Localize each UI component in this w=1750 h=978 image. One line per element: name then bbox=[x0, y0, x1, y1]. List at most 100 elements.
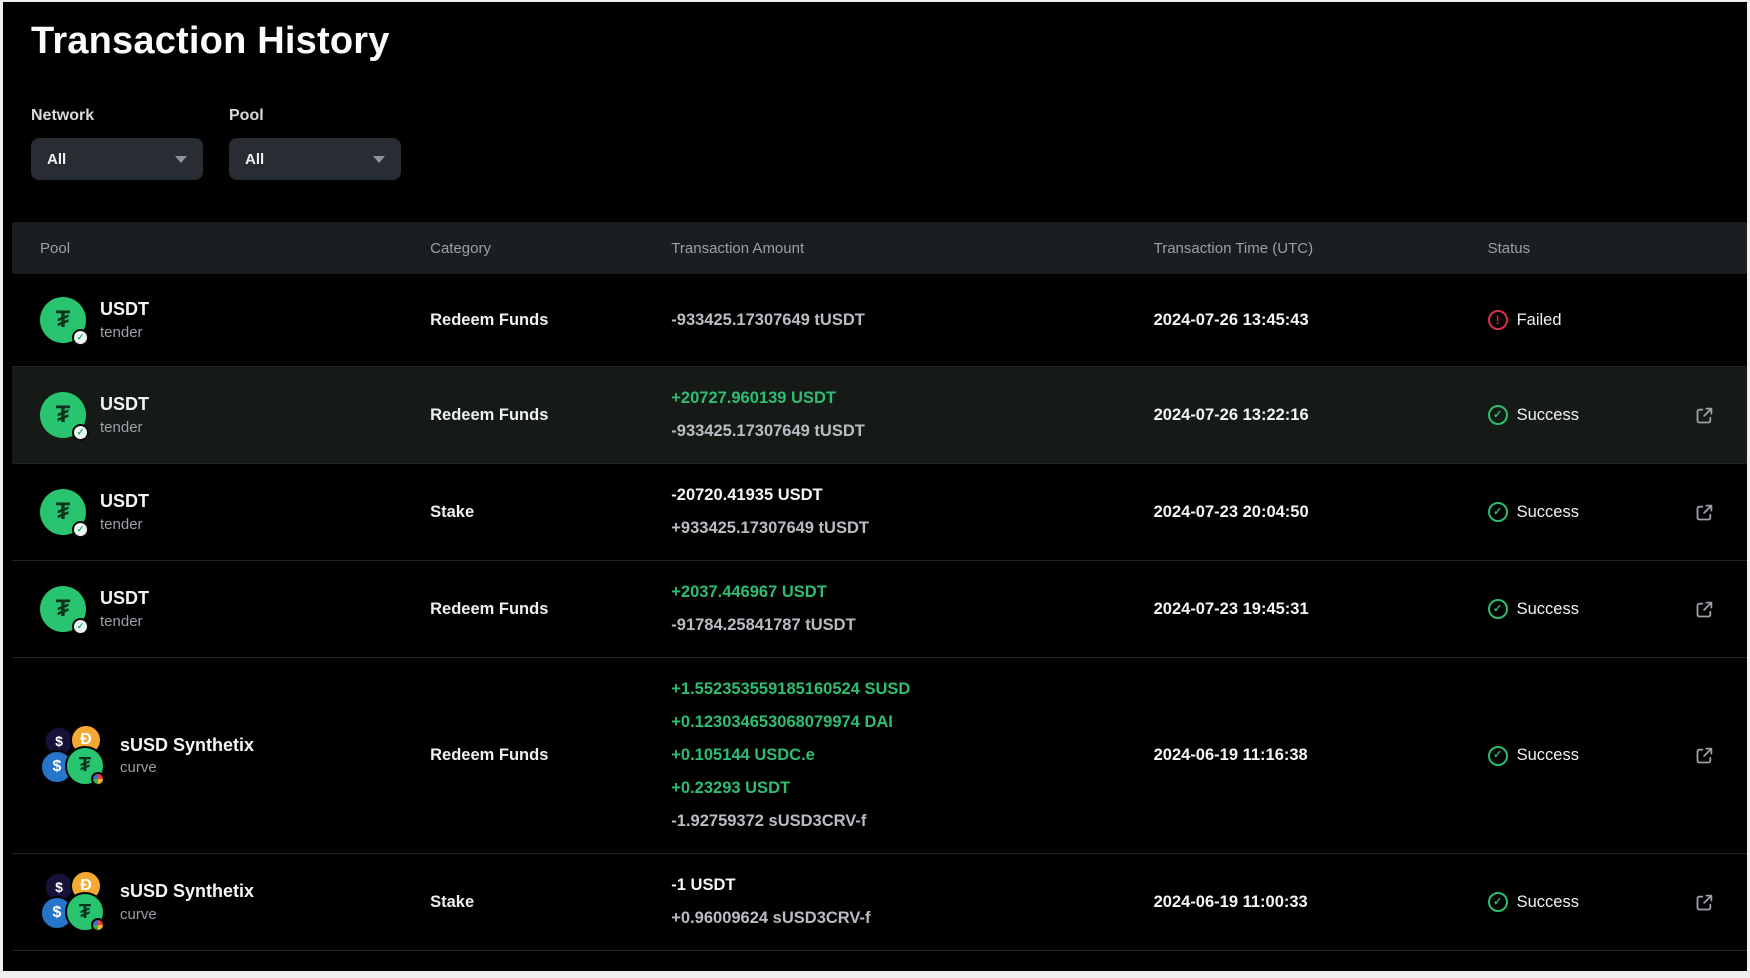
time-cell: 2024-06-19 11:16:38 bbox=[1154, 746, 1488, 765]
external-link-button[interactable] bbox=[1689, 497, 1720, 528]
amount-cell: +1.552353559185160524 SUSD +0.1230346530… bbox=[671, 658, 1153, 853]
column-header-time: Transaction Time (UTC) bbox=[1154, 240, 1488, 257]
time-cell: 2024-07-26 13:22:16 bbox=[1154, 406, 1488, 425]
transaction-row[interactable]: ₮ ✓ USDT tender Redeem Funds -933425.173… bbox=[12, 274, 1747, 367]
status-badge: ! Failed bbox=[1488, 310, 1662, 330]
susd-pool-cluster-icon: $ Ð $ ₮ bbox=[40, 870, 106, 934]
chevron-down-icon bbox=[175, 156, 187, 163]
status-label: Success bbox=[1517, 893, 1579, 912]
network-badge-icon: ✓ bbox=[72, 618, 89, 635]
pool-cell: ₮ ✓ USDT tender bbox=[12, 392, 430, 438]
link-cell bbox=[1661, 594, 1747, 625]
network-select[interactable]: All bbox=[31, 138, 203, 180]
external-link-button[interactable] bbox=[1689, 740, 1720, 771]
network-badge-icon: ✓ bbox=[72, 329, 89, 346]
column-header-category: Category bbox=[430, 240, 671, 257]
pool-name: USDT bbox=[100, 588, 149, 610]
pool-protocol: tender bbox=[100, 516, 149, 533]
pool-cell: ₮ ✓ USDT tender bbox=[12, 489, 430, 535]
external-link-icon bbox=[1695, 406, 1714, 425]
transaction-row[interactable]: ₮ ✓ USDT tender Stake -20720.41935 USDT … bbox=[12, 464, 1747, 561]
amount-line: +0.23293 USDT bbox=[671, 772, 1153, 805]
external-link-icon bbox=[1695, 503, 1714, 522]
pool-protocol: curve bbox=[120, 759, 254, 776]
amount-line: +0.123034653068079974 DAI bbox=[671, 706, 1153, 739]
status-badge: ✓ Success bbox=[1488, 405, 1662, 425]
pool-protocol: tender bbox=[100, 613, 149, 630]
link-cell bbox=[1661, 887, 1747, 918]
pool-filter: Pool All bbox=[229, 107, 401, 180]
amount-line: -91784.25841787 tUSDT bbox=[671, 609, 1153, 642]
pool-cell: ₮ ✓ USDT tender bbox=[12, 586, 430, 632]
table-header: Pool Category Transaction Amount Transac… bbox=[12, 222, 1747, 274]
pool-filter-label: Pool bbox=[229, 107, 401, 125]
usdt-coin-icon: ₮ bbox=[65, 746, 105, 786]
amount-line: -20720.41935 USDT bbox=[671, 479, 1153, 512]
link-cell bbox=[1661, 400, 1747, 431]
pool-cell: ₮ ✓ USDT tender bbox=[12, 297, 430, 343]
amount-cell: +2037.446967 USDT -91784.25841787 tUSDT bbox=[671, 561, 1153, 657]
amount-cell: +20727.960139 USDT -933425.17307649 tUSD… bbox=[671, 367, 1153, 463]
status-badge: ✓ Success bbox=[1488, 892, 1662, 912]
column-header-status: Status bbox=[1488, 240, 1662, 257]
amount-line: -1 USDT bbox=[671, 869, 1153, 902]
amount-line: +20727.960139 USDT bbox=[671, 382, 1153, 415]
pool-protocol: curve bbox=[120, 906, 254, 923]
transaction-row[interactable]: $ Ð $ ₮ sUSD Synthetix curve Redeem Fund… bbox=[12, 658, 1747, 854]
transaction-row[interactable]: ₮ ✓ USDT tender Redeem Funds +2037.44696… bbox=[12, 561, 1747, 658]
network-filter: Network All bbox=[31, 107, 203, 180]
network-badge-icon: ✓ bbox=[72, 521, 89, 538]
time-cell: 2024-07-23 19:45:31 bbox=[1154, 600, 1488, 619]
pool-select[interactable]: All bbox=[229, 138, 401, 180]
amount-line: +2037.446967 USDT bbox=[671, 576, 1153, 609]
amount-line: +0.105144 USDC.e bbox=[671, 739, 1153, 772]
category-cell: Stake bbox=[430, 893, 671, 912]
amount-line: -933425.17307649 tUSDT bbox=[671, 304, 1153, 337]
status-success-icon: ✓ bbox=[1488, 405, 1508, 425]
chevron-down-icon bbox=[373, 156, 385, 163]
usdt-coin-icon: ₮ ✓ bbox=[40, 297, 86, 343]
amount-line: +933425.17307649 tUSDT bbox=[671, 512, 1153, 545]
amount-line: +1.552353559185160524 SUSD bbox=[671, 673, 1153, 706]
pool-name: USDT bbox=[100, 299, 149, 321]
external-link-icon bbox=[1695, 600, 1714, 619]
transaction-row[interactable]: $ Ð $ ₮ sUSD Synthetix curve Stake -1 US… bbox=[12, 854, 1747, 951]
time-cell: 2024-07-26 13:45:43 bbox=[1154, 311, 1488, 330]
amount-cell: -1 USDT +0.96009624 sUSD3CRV-f bbox=[671, 854, 1153, 950]
status-success-icon: ✓ bbox=[1488, 746, 1508, 766]
status-badge: ✓ Success bbox=[1488, 599, 1662, 619]
pool-select-value: All bbox=[245, 151, 264, 168]
time-cell: 2024-07-23 20:04:50 bbox=[1154, 503, 1488, 522]
status-failed-icon: ! bbox=[1488, 310, 1508, 330]
external-link-button[interactable] bbox=[1689, 594, 1720, 625]
pool-cell: $ Ð $ ₮ sUSD Synthetix curve bbox=[12, 870, 430, 934]
pool-protocol: tender bbox=[100, 324, 149, 341]
page-title: Transaction History bbox=[31, 20, 1747, 63]
transaction-row[interactable]: ₮ ✓ USDT tender Redeem Funds +20727.9601… bbox=[12, 367, 1747, 464]
status-label: Success bbox=[1517, 746, 1579, 765]
usdt-coin-icon: ₮ ✓ bbox=[40, 489, 86, 535]
amount-line: -933425.17307649 tUSDT bbox=[671, 415, 1153, 448]
category-cell: Redeem Funds bbox=[430, 406, 671, 425]
external-link-button[interactable] bbox=[1689, 887, 1720, 918]
status-label: Success bbox=[1517, 406, 1579, 425]
susd-pool-cluster-icon: $ Ð $ ₮ bbox=[40, 724, 106, 788]
status-success-icon: ✓ bbox=[1488, 599, 1508, 619]
category-cell: Redeem Funds bbox=[430, 600, 671, 619]
status-label: Success bbox=[1517, 503, 1579, 522]
status-label: Failed bbox=[1517, 311, 1562, 330]
column-header-amount: Transaction Amount bbox=[671, 240, 1153, 257]
status-badge: ✓ Success bbox=[1488, 502, 1662, 522]
amount-cell: -20720.41935 USDT +933425.17307649 tUSDT bbox=[671, 464, 1153, 560]
external-link-button[interactable] bbox=[1689, 400, 1720, 431]
transaction-table: Pool Category Transaction Amount Transac… bbox=[12, 222, 1747, 951]
pool-protocol: tender bbox=[100, 419, 149, 436]
usdt-coin-icon: ₮ ✓ bbox=[40, 586, 86, 632]
external-link-icon bbox=[1695, 746, 1714, 765]
link-cell bbox=[1661, 740, 1747, 771]
pool-name: sUSD Synthetix bbox=[120, 881, 254, 903]
status-badge: ✓ Success bbox=[1488, 746, 1662, 766]
link-cell bbox=[1661, 497, 1747, 528]
status-label: Success bbox=[1517, 600, 1579, 619]
time-cell: 2024-06-19 11:00:33 bbox=[1154, 893, 1488, 912]
